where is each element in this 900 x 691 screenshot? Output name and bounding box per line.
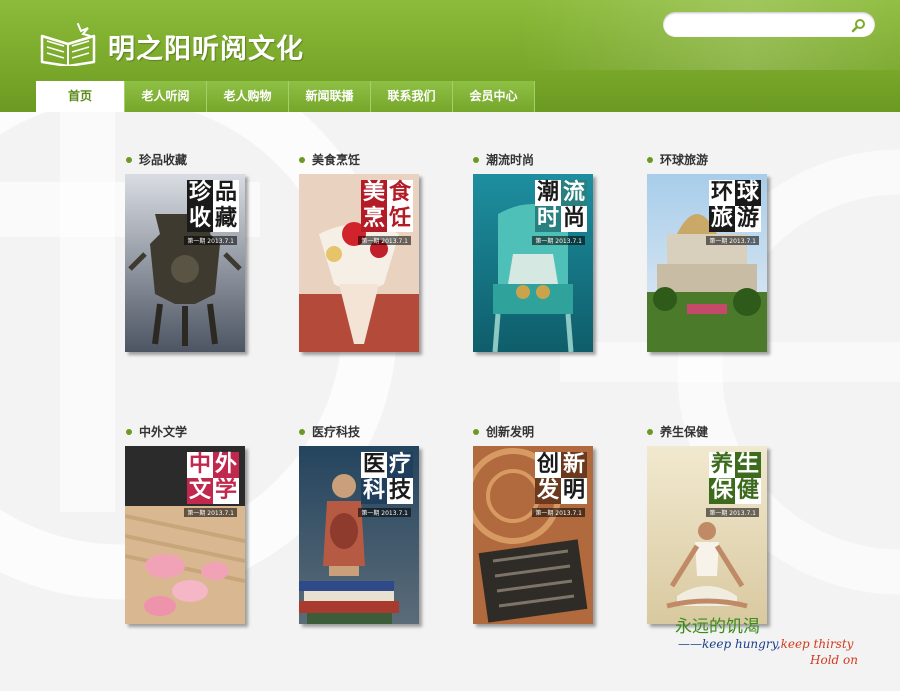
- cover-issue: 第一期 2013.7.1: [358, 236, 411, 245]
- bullet-icon: [126, 156, 132, 163]
- cover-char: 潮: [535, 180, 561, 206]
- cover-char: 收: [187, 206, 213, 232]
- cover-issue: 第一期 2013.7.1: [184, 508, 237, 517]
- slogan-english: ——keep hungry,keep thirsty: [678, 637, 853, 651]
- magazine-cover-literature[interactable]: 中 外 文 学 第一期 2013.7.1: [125, 446, 245, 624]
- cover-char: 球: [735, 180, 761, 206]
- category-title[interactable]: 医疗科技: [299, 423, 360, 440]
- cover-title: 养 生 保 健: [709, 452, 761, 504]
- cover-char: 科: [361, 478, 387, 504]
- cover-title: 创 新 发 明: [535, 452, 587, 504]
- nav-item-member-center[interactable]: 会员中心: [453, 81, 535, 112]
- cover-char: 发: [535, 478, 561, 504]
- cover-title: 珍 品 收 藏: [187, 180, 239, 232]
- search-input[interactable]: [675, 15, 839, 35]
- category-label: 中外文学: [139, 425, 188, 439]
- bullet-icon: [299, 156, 305, 163]
- cover-char: 保: [709, 478, 735, 504]
- cover-char: 新: [561, 452, 587, 478]
- nav-item-elderly-shopping[interactable]: 老人购物: [207, 81, 289, 112]
- site-header: 明之阳听阅文化 首页 老人听阅 老人购物 新闻联播 联系我们 会员中心: [0, 0, 900, 112]
- magazine-cover-cooking[interactable]: 美 食 烹 饪 第一期 2013.7.1: [299, 174, 419, 352]
- cover-title: 潮 流 时 尚: [535, 180, 587, 232]
- cover-char: 美: [361, 180, 387, 206]
- cover-char: 流: [561, 180, 587, 206]
- category-title[interactable]: 美食烹饪: [299, 151, 360, 168]
- slogan-english-part2: keep thirsty: [780, 637, 854, 651]
- magazine-cover-collectibles[interactable]: 珍 品 收 藏 第一期 2013.7.1: [125, 174, 245, 352]
- cover-issue: 第一期 2013.7.1: [706, 236, 759, 245]
- slogan-chinese: 永远的饥渴: [675, 617, 760, 637]
- category-label: 医疗科技: [312, 425, 361, 439]
- cover-char: 饪: [387, 206, 413, 232]
- bullet-icon: [473, 428, 479, 435]
- cover-char: 品: [213, 180, 239, 206]
- main-nav: 首页 老人听阅 老人购物 新闻联播 联系我们 会员中心: [36, 81, 535, 112]
- category-title[interactable]: 潮流时尚: [473, 151, 534, 168]
- cover-char: 明: [561, 478, 587, 504]
- cover-char: 文: [187, 478, 213, 504]
- cover-char: 创: [535, 452, 561, 478]
- search-icon[interactable]: [851, 17, 867, 33]
- category-label: 环球旅游: [660, 153, 709, 167]
- cover-char: 珍: [187, 180, 213, 206]
- cover-char: 生: [735, 452, 761, 478]
- cover-char: 环: [709, 180, 735, 206]
- open-book-icon[interactable]: [38, 22, 98, 68]
- cover-issue: 第一期 2013.7.1: [358, 508, 411, 517]
- nav-item-elderly-listening[interactable]: 老人听阅: [125, 81, 207, 112]
- category-title[interactable]: 创新发明: [473, 423, 534, 440]
- cover-char: 食: [387, 180, 413, 206]
- cover-char: 尚: [561, 206, 587, 232]
- cover-char: 疗: [387, 452, 413, 478]
- cover-char: 烹: [361, 206, 387, 232]
- nav-item-home[interactable]: 首页: [36, 81, 125, 112]
- category-label: 美食烹饪: [312, 153, 361, 167]
- category-label: 珍品收藏: [139, 153, 188, 167]
- cover-char: 外: [213, 452, 239, 478]
- slogan-english-part1: ——keep hungry,: [678, 637, 781, 651]
- category-label: 潮流时尚: [486, 153, 535, 167]
- category-title[interactable]: 珍品收藏: [126, 151, 187, 168]
- cover-issue: 第一期 2013.7.1: [184, 236, 237, 245]
- bullet-icon: [473, 156, 479, 163]
- cover-issue: 第一期 2013.7.1: [532, 236, 585, 245]
- magazine-cover-innovation[interactable]: 创 新 发 明 第一期 2013.7.1: [473, 446, 593, 624]
- site-name[interactable]: 明之阳听阅文化: [108, 27, 304, 66]
- cover-title: 医 疗 科 技: [361, 452, 413, 504]
- category-title[interactable]: 环球旅游: [647, 151, 708, 168]
- cover-char: 藏: [213, 206, 239, 232]
- magazine-cover-medical-tech[interactable]: 医 疗 科 技 第一期 2013.7.1: [299, 446, 419, 624]
- magazine-cover-fashion[interactable]: 潮 流 时 尚 第一期 2013.7.1: [473, 174, 593, 352]
- cover-title: 美 食 烹 饪: [361, 180, 413, 232]
- category-title[interactable]: 养生保健: [647, 423, 708, 440]
- cover-char: 技: [387, 478, 413, 504]
- cover-title: 中 外 文 学: [187, 452, 239, 504]
- category-title[interactable]: 中外文学: [126, 423, 187, 440]
- bullet-icon: [126, 428, 132, 435]
- cover-char: 中: [187, 452, 213, 478]
- cover-char: 时: [535, 206, 561, 232]
- bullet-icon: [647, 428, 653, 435]
- cover-issue: 第一期 2013.7.1: [706, 508, 759, 517]
- cover-char: 旅: [709, 206, 735, 232]
- cover-issue: 第一期 2013.7.1: [532, 508, 585, 517]
- cover-char: 养: [709, 452, 735, 478]
- bullet-icon: [299, 428, 305, 435]
- cover-char: 游: [735, 206, 761, 232]
- bullet-icon: [647, 156, 653, 163]
- nav-item-news[interactable]: 新闻联播: [289, 81, 371, 112]
- nav-item-contact[interactable]: 联系我们: [371, 81, 453, 112]
- slogan-english-line2: Hold on: [810, 653, 858, 667]
- cover-char: 医: [361, 452, 387, 478]
- magazine-cover-travel[interactable]: 环 球 旅 游 第一期 2013.7.1: [647, 174, 767, 352]
- magazine-cover-health[interactable]: 养 生 保 健 第一期 2013.7.1: [647, 446, 767, 624]
- category-label: 养生保健: [660, 425, 709, 439]
- category-label: 创新发明: [486, 425, 535, 439]
- cover-char: 健: [735, 478, 761, 504]
- search-box[interactable]: [663, 12, 875, 37]
- cover-title: 环 球 旅 游: [709, 180, 761, 232]
- cover-char: 学: [213, 478, 239, 504]
